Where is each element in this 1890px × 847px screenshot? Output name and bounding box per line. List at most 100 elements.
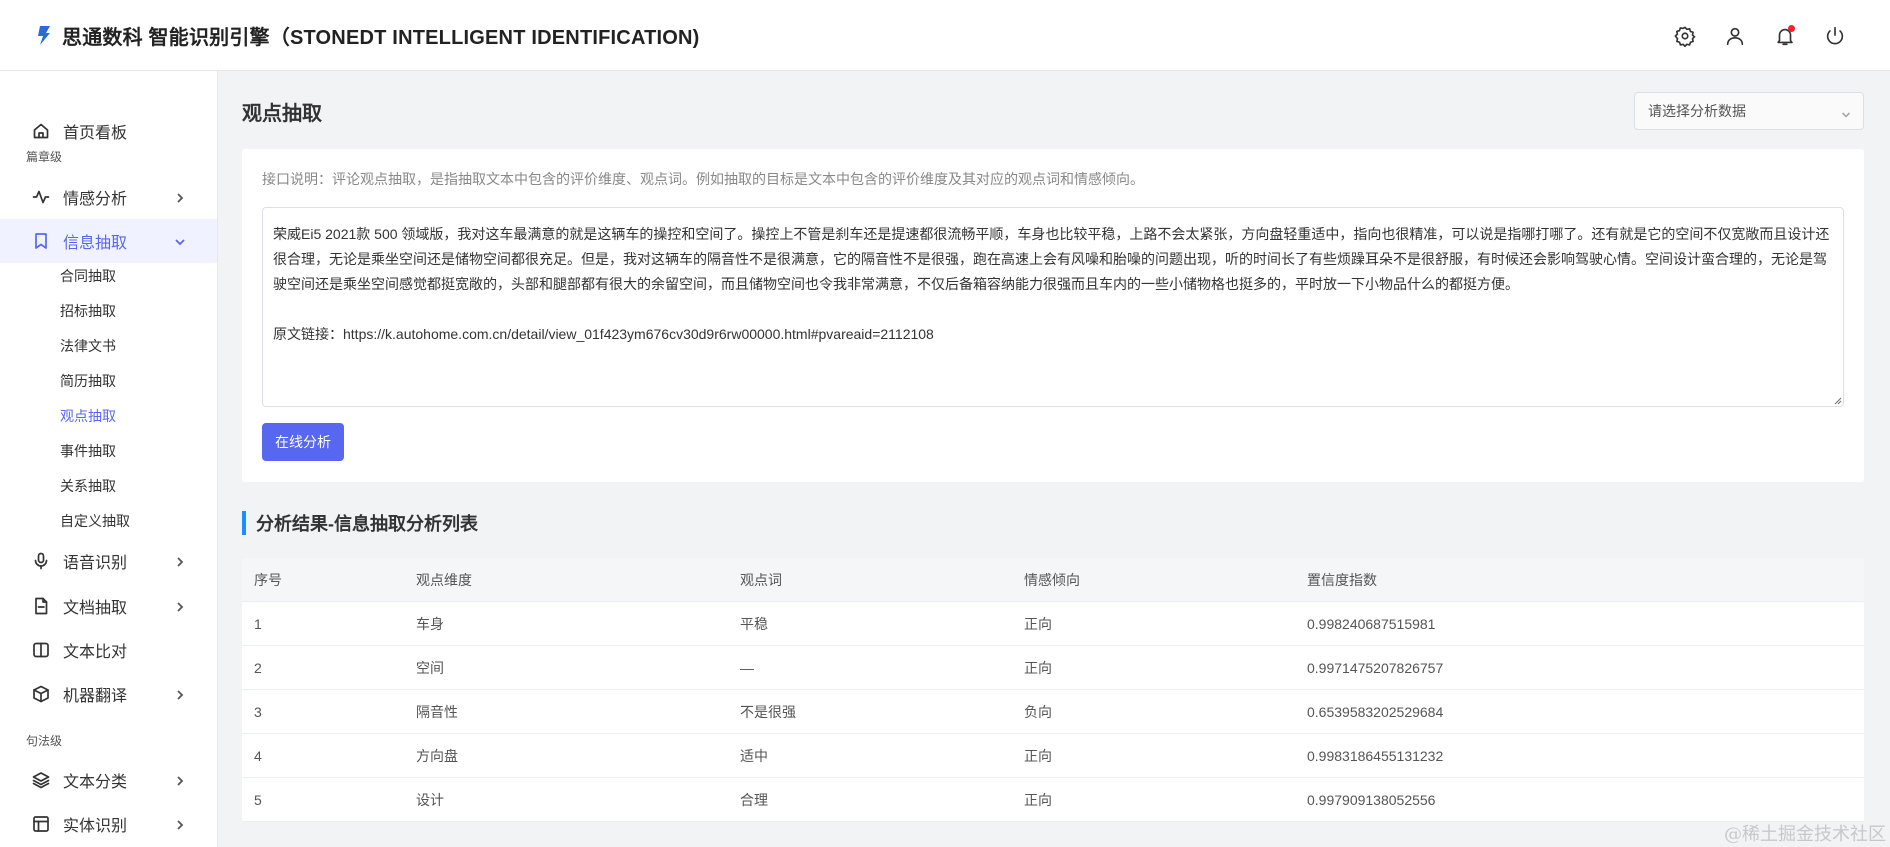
sidebar-item-label: 实体识别: [63, 818, 128, 835]
cell-confidence: 0.997909138052556: [1307, 792, 1436, 808]
sidebar-item-doc-extract[interactable]: 文档抽取: [0, 584, 217, 628]
source-link: 原文链接：https://k.autohome.com.cn/detail/vi…: [273, 326, 934, 342]
input-card: 接口说明：评论观点抽取，是指抽取文本中包含的评价维度、观点词。例如抽取的目标是文…: [242, 149, 1864, 482]
sidebar-item-label: 语音识别: [63, 555, 128, 572]
resize-handle-icon[interactable]: [1832, 395, 1842, 405]
logout-button[interactable]: [1810, 16, 1860, 56]
sidebar-item-label: 文档抽取: [63, 600, 128, 617]
cell-sentiment: 负向: [1024, 704, 1052, 720]
sidebar-item-text-compare[interactable]: 文本比对: [0, 628, 217, 672]
power-icon: [1826, 26, 1844, 44]
select-placeholder: 请选择分析数据: [1648, 103, 1746, 119]
sidebar-item-label: 文本分类: [63, 774, 128, 791]
logo-icon: [38, 26, 50, 45]
top-header: 思通数科 智能识别引擎（STONEDT INTELLIGENT IDENTIFI…: [0, 0, 1890, 71]
table-header-row: 序号 观点维度 观点词 情感倾向 置信度指数: [242, 558, 1864, 602]
cube-icon: [32, 685, 50, 703]
sidebar-item-label: 信息抽取: [63, 235, 128, 252]
sidebar-item-text-classify[interactable]: 文本分类: [0, 758, 217, 802]
sidebar-item-speech[interactable]: 语音识别: [0, 539, 217, 583]
cell-index: 2: [254, 660, 262, 676]
column-header-index: 序号: [254, 572, 282, 588]
sidebar-item-translate[interactable]: 机器翻译: [0, 672, 217, 716]
section-accent-bar: [242, 511, 246, 535]
cell-index: 5: [254, 792, 262, 808]
analysis-data-select[interactable]: 请选择分析数据: [1634, 92, 1864, 130]
sidebar-subitem-contract[interactable]: 合同抽取: [60, 266, 116, 286]
chevron-right-icon: [174, 191, 186, 203]
table-row: 4 方向盘 适中 正向 0.9983186455131232: [242, 734, 1864, 778]
settings-icon: [1674, 25, 1696, 47]
cell-dimension: 方向盘: [416, 748, 458, 764]
layout-icon: [32, 815, 50, 833]
sidebar-subitem-tender[interactable]: 招标抽取: [60, 301, 116, 321]
cell-opinion: 合理: [740, 792, 768, 808]
column-header-confidence: 置信度指数: [1307, 572, 1377, 588]
cell-dimension: 空间: [416, 660, 444, 676]
cell-opinion: 不是很强: [740, 704, 796, 720]
column-header-sentiment: 情感倾向: [1024, 572, 1080, 588]
chevron-down-icon: [174, 235, 186, 247]
chevron-right-icon: [174, 688, 186, 700]
layers-icon: [32, 771, 50, 789]
sidebar: 首页看板 篇章级 情感分析 信息抽取 合同抽取 招标抽取 法律文书 简历抽取 观…: [0, 71, 218, 847]
sidebar-item-info-extract[interactable]: 信息抽取: [0, 219, 217, 263]
logo: 思通数科 智能识别引擎（STONEDT INTELLIGENT IDENTIFI…: [34, 21, 700, 50]
cell-confidence: 0.9983186455131232: [1307, 748, 1444, 764]
sidebar-subitem-custom[interactable]: 自定义抽取: [60, 511, 130, 531]
column-header-dimension: 观点维度: [416, 572, 472, 588]
sidebar-subitem-event[interactable]: 事件抽取: [60, 441, 116, 461]
group-label-chapter: 篇章级: [26, 150, 63, 164]
table-row: 3 隔音性 不是很强 负向 0.6539583202529684: [242, 690, 1864, 734]
sidebar-item-home[interactable]: 首页看板: [0, 109, 217, 153]
settings-button[interactable]: [1660, 16, 1710, 56]
cell-dimension: 车身: [416, 616, 444, 632]
home-icon: [32, 122, 50, 140]
result-section-title: 分析结果-信息抽取分析列表: [242, 511, 478, 535]
cell-opinion: —: [740, 660, 754, 676]
columns-icon: [32, 641, 50, 659]
chevron-right-icon: [174, 818, 186, 830]
cell-dimension: 设计: [416, 792, 444, 808]
activity-icon: [32, 188, 50, 206]
cell-confidence: 0.998240687515981: [1307, 616, 1436, 632]
group-label-sentence: 句法级: [26, 734, 63, 748]
sidebar-subitem-resume[interactable]: 简历抽取: [60, 371, 116, 391]
cell-sentiment: 正向: [1024, 616, 1052, 632]
sidebar-subitem-relation[interactable]: 关系抽取: [60, 476, 116, 496]
cell-opinion: 适中: [740, 748, 768, 764]
notification-button[interactable]: [1760, 16, 1810, 56]
sidebar-subitem-legal[interactable]: 法律文书: [60, 336, 116, 356]
input-text-body: 荣威Ei5 2021款 500 领域版，我对这车最满意的就是这辆车的操控和空间了…: [273, 226, 1830, 292]
sidebar-item-label: 首页看板: [63, 125, 128, 142]
table-row: 2 空间 — 正向 0.9971475207826757: [242, 646, 1864, 690]
cell-sentiment: 正向: [1024, 748, 1052, 764]
chevron-right-icon: [174, 774, 186, 786]
user-button[interactable]: [1710, 16, 1760, 56]
cell-index: 4: [254, 748, 262, 764]
table-row: 5 设计 合理 正向 0.997909138052556: [242, 778, 1864, 822]
sidebar-item-entity[interactable]: 实体识别: [0, 802, 217, 846]
analyze-button[interactable]: 在线分析: [262, 423, 344, 461]
table-row: 1 车身 平稳 正向 0.998240687515981: [242, 602, 1864, 646]
cell-index: 3: [254, 704, 262, 720]
chevron-right-icon: [174, 600, 186, 612]
chevron-right-icon: [174, 555, 186, 567]
cell-dimension: 隔音性: [416, 704, 458, 720]
result-title: 分析结果-信息抽取分析列表: [256, 514, 478, 534]
cell-opinion: 平稳: [740, 616, 768, 632]
sidebar-subitem-opinion[interactable]: 观点抽取: [60, 406, 116, 426]
app-title: 思通数科 智能识别引擎（STONEDT INTELLIGENT IDENTIFI…: [62, 26, 700, 49]
sidebar-item-label: 情感分析: [63, 191, 128, 208]
text-input[interactable]: 荣威Ei5 2021款 500 领域版，我对这车最满意的就是这辆车的操控和空间了…: [262, 207, 1844, 407]
cell-confidence: 0.6539583202529684: [1307, 704, 1444, 720]
user-icon: [1726, 27, 1744, 45]
notification-badge: [1788, 24, 1795, 32]
sidebar-item-label: 机器翻译: [63, 688, 128, 705]
cell-confidence: 0.9971475207826757: [1307, 660, 1444, 676]
watermark: @稀土掘金技术社区: [1724, 824, 1886, 845]
cell-index: 1: [254, 616, 262, 632]
sidebar-item-sentiment[interactable]: 情感分析: [0, 175, 217, 219]
file-icon: [32, 597, 50, 615]
cell-sentiment: 正向: [1024, 660, 1052, 676]
